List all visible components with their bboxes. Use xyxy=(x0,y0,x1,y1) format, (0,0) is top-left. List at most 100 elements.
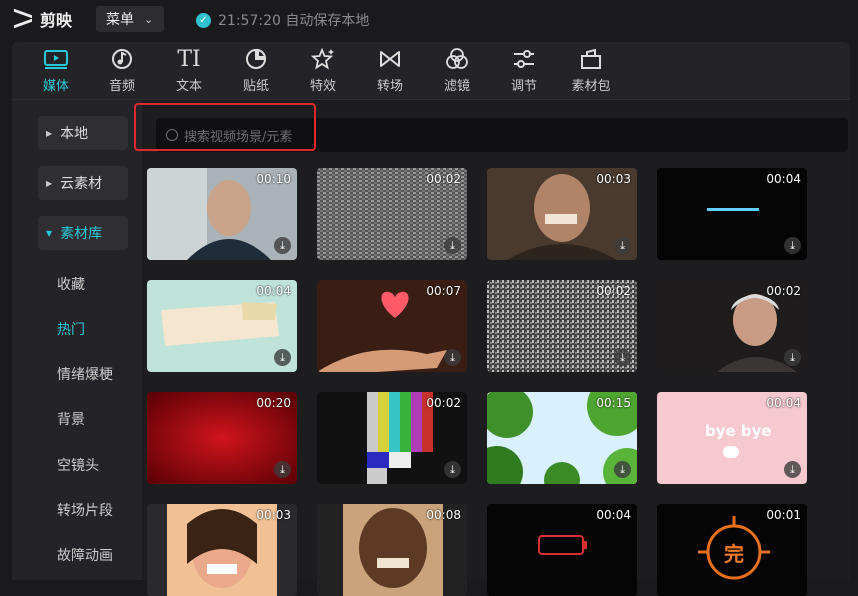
sticker-icon xyxy=(245,46,267,72)
tab-label: 滤镜 xyxy=(443,79,470,94)
sidebar-sub-favorites[interactable]: 收藏 xyxy=(57,274,85,294)
media-panel: 媒体 音频 TI 文本 贴纸 特效 转场 滤镜 调节 素材包 ▶ 本地 ▶ 云素… xyxy=(12,42,850,596)
transition-icon xyxy=(378,46,402,72)
duration-label: 00:03 xyxy=(256,508,291,522)
duration-label: 00:04 xyxy=(766,396,801,410)
bye-text: bye bye xyxy=(705,422,772,440)
autosave-status: ✓ 21:57:20 自动保存本地 xyxy=(196,10,369,30)
media-thumb[interactable]: 00:02 ⤓ xyxy=(657,280,807,372)
material-pack-icon xyxy=(579,46,603,72)
media-thumb[interactable]: 00:03 xyxy=(147,504,297,596)
download-icon[interactable]: ⤓ xyxy=(274,461,291,478)
duration-label: 00:04 xyxy=(596,508,631,522)
toolbar: 媒体 音频 TI 文本 贴纸 特效 转场 滤镜 调节 素材包 xyxy=(12,42,850,100)
duration-label: 00:10 xyxy=(256,172,291,186)
tab-effects[interactable]: 特效 xyxy=(295,46,351,96)
tab-label: 素材包 xyxy=(571,79,611,94)
sidebar-sub-empty-shot[interactable]: 空镜头 xyxy=(57,455,99,475)
sidebar: ▶ 本地 ▶ 云素材 ▼ 素材库 收藏 热门 情绪爆梗 背景 空镜头 转场片段 … xyxy=(24,100,142,580)
duration-label: 00:02 xyxy=(596,284,631,298)
sidebar-item-cloud[interactable]: ▶ 云素材 xyxy=(38,166,128,200)
menu-button[interactable]: 菜单 ⌄ xyxy=(96,6,164,32)
duration-label: 00:15 xyxy=(596,396,631,410)
media-thumb[interactable]: 00:04 ⤓ xyxy=(657,168,807,260)
caret-down-icon: ▼ xyxy=(46,228,53,238)
media-thumb[interactable]: 00:02 ⤓ xyxy=(317,168,467,260)
media-thumb[interactable]: 00:02 ⤓ xyxy=(317,392,467,484)
tab-text[interactable]: TI 文本 xyxy=(161,46,217,96)
sidebar-item-library[interactable]: ▼ 素材库 xyxy=(38,216,128,250)
tab-transition[interactable]: 转场 xyxy=(362,46,418,96)
tab-label: 贴纸 xyxy=(242,79,269,94)
download-icon[interactable]: ⤓ xyxy=(444,461,461,478)
caret-right-icon: ▶ xyxy=(46,128,53,138)
media-thumb[interactable]: bye bye 00:04 ⤓ xyxy=(657,392,807,484)
tab-media[interactable]: 媒体 xyxy=(28,46,84,96)
duration-label: 00:02 xyxy=(426,396,461,410)
duration-label: 00:04 xyxy=(766,172,801,186)
sidebar-sub-background[interactable]: 背景 xyxy=(57,409,85,429)
download-icon[interactable]: ⤓ xyxy=(274,237,291,254)
media-thumb[interactable]: 00:20 ⤓ xyxy=(147,392,297,484)
sidebar-label: 本地 xyxy=(60,126,89,142)
tab-label: 转场 xyxy=(376,79,403,94)
effects-icon xyxy=(311,46,335,72)
tab-label: 特效 xyxy=(309,79,336,94)
duration-label: 00:02 xyxy=(426,172,461,186)
media-thumb[interactable]: 完 00:01 xyxy=(657,504,807,596)
duration-label: 00:03 xyxy=(596,172,631,186)
media-thumb[interactable]: 00:03 ⤓ xyxy=(487,168,637,260)
app-logo: 剪映 xyxy=(14,8,72,30)
sidebar-item-local[interactable]: ▶ 本地 xyxy=(38,116,128,150)
tab-material-pack[interactable]: 素材包 xyxy=(563,46,619,96)
download-icon[interactable]: ⤓ xyxy=(614,461,631,478)
content-area: 搜索视频场景/元素 00:10 ⤓ 00:02 ⤓ 00:03 ⤓ 00:04 … xyxy=(134,100,850,596)
media-thumb[interactable]: 00:15 ⤓ xyxy=(487,392,637,484)
sidebar-sub-glitch[interactable]: 故障动画 xyxy=(57,545,113,565)
app-name: 剪映 xyxy=(40,11,73,30)
bunny-icon xyxy=(723,446,739,458)
duration-label: 00:07 xyxy=(426,284,461,298)
tab-adjust[interactable]: 调节 xyxy=(496,46,552,96)
media-thumb[interactable]: 00:02 ⤓ xyxy=(487,280,637,372)
duration-label: 00:20 xyxy=(256,396,291,410)
highlight-box xyxy=(134,103,316,151)
audio-icon xyxy=(111,46,133,72)
media-icon xyxy=(43,46,69,72)
check-icon: ✓ xyxy=(196,12,211,28)
media-thumb[interactable]: 00:07 ⤓ xyxy=(317,280,467,372)
caret-right-icon: ▶ xyxy=(46,178,53,188)
sidebar-sub-transition-clip[interactable]: 转场片段 xyxy=(57,500,113,520)
download-icon[interactable]: ⤓ xyxy=(444,237,461,254)
duration-label: 00:02 xyxy=(766,284,801,298)
filter-icon xyxy=(445,46,469,72)
duration-label: 00:08 xyxy=(426,508,461,522)
sidebar-label: 素材库 xyxy=(60,226,103,242)
tab-label: 文本 xyxy=(175,79,202,94)
download-icon[interactable]: ⤓ xyxy=(444,349,461,366)
sidebar-sub-hot[interactable]: 热门 xyxy=(57,319,85,339)
download-icon[interactable]: ⤓ xyxy=(784,237,801,254)
tab-audio[interactable]: 音频 xyxy=(94,46,150,96)
autosave-text: 21:57:20 自动保存本地 xyxy=(218,13,370,29)
duration-label: 00:01 xyxy=(766,508,801,522)
media-thumb[interactable]: 00:04 ⤓ xyxy=(147,280,297,372)
logo-icon xyxy=(14,11,34,27)
sidebar-sub-emotion[interactable]: 情绪爆梗 xyxy=(57,364,113,384)
download-icon[interactable]: ⤓ xyxy=(784,461,801,478)
download-icon[interactable]: ⤓ xyxy=(614,237,631,254)
download-icon[interactable]: ⤓ xyxy=(784,349,801,366)
tab-label: 调节 xyxy=(510,79,537,94)
download-icon[interactable]: ⤓ xyxy=(274,349,291,366)
text-icon: TI xyxy=(177,46,201,72)
wan-text: 完 xyxy=(724,542,744,566)
tab-filter[interactable]: 滤镜 xyxy=(429,46,485,96)
media-thumb[interactable]: 00:08 xyxy=(317,504,467,596)
adjust-icon xyxy=(512,46,536,72)
media-thumb[interactable]: 00:10 ⤓ xyxy=(147,168,297,260)
duration-label: 00:04 xyxy=(256,284,291,298)
tab-sticker[interactable]: 贴纸 xyxy=(228,46,284,96)
tab-label: 媒体 xyxy=(42,79,69,94)
media-thumb[interactable]: 00:04 xyxy=(487,504,637,596)
download-icon[interactable]: ⤓ xyxy=(614,349,631,366)
